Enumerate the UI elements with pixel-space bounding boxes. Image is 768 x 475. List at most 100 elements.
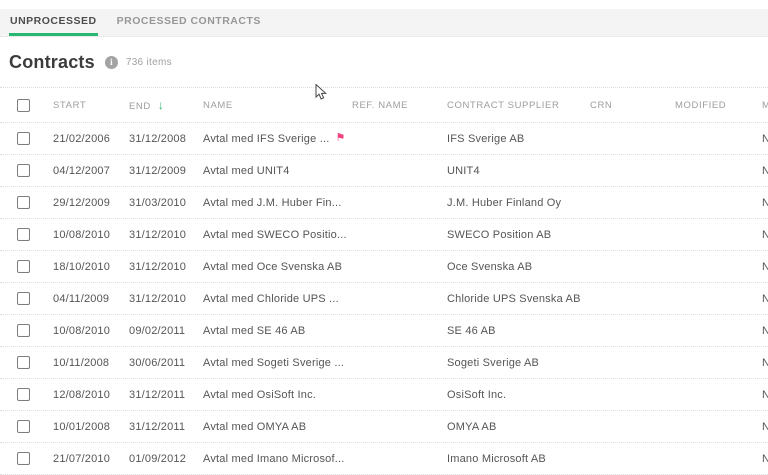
row-end: 31/12/2010	[129, 261, 203, 273]
row-supplier: OMYA AB	[447, 421, 590, 433]
row-supplier: IFS Sverige AB	[447, 133, 590, 145]
item-count: 736 items	[126, 57, 172, 68]
row-start: 04/11/2009	[53, 293, 129, 305]
table-row[interactable]: 04/12/2007 31/12/2009 Avtal med UNIT4 ⚑ …	[0, 155, 768, 187]
row-start: 18/10/2010	[53, 261, 129, 273]
row-end: 31/12/2008	[129, 133, 203, 145]
row-supplier: Sogeti Sverige AB	[447, 357, 590, 369]
row-supplier: Oce Svenska AB	[447, 261, 590, 273]
row-name: Avtal med Oce Svenska AB ⚑	[203, 261, 352, 273]
top-strip	[0, 0, 768, 9]
column-header-ref-name[interactable]: REF. NAME	[352, 100, 447, 111]
row-name: Avtal med UNIT4 ⚑	[203, 165, 352, 177]
info-icon[interactable]: i	[105, 56, 118, 69]
row-name: Avtal med Chloride UPS ... ⚑	[203, 293, 352, 305]
row-end: 09/02/2011	[129, 325, 203, 337]
row-checkbox[interactable]	[17, 196, 30, 209]
table-row[interactable]: 10/01/2008 31/12/2011 Avtal med OMYA AB …	[0, 411, 768, 443]
row-checkbox[interactable]	[17, 164, 30, 177]
row-checkbox-cell	[0, 452, 53, 465]
row-start: 10/01/2008	[53, 421, 129, 433]
tab-processed-contracts[interactable]: PROCESSED CONTRACTS	[116, 9, 262, 36]
row-name: Avtal med Imano Microsof... ⚑	[203, 453, 352, 465]
column-header-end[interactable]: END↓	[129, 98, 203, 112]
row-name-text: Avtal med Chloride UPS ...	[203, 293, 339, 305]
row-name-text: Avtal med IFS Sverige ...	[203, 133, 329, 145]
table-row[interactable]: 21/02/2006 31/12/2008 Avtal med IFS Sver…	[0, 123, 768, 155]
row-supplier: OsiSoft Inc.	[447, 389, 590, 401]
table-row[interactable]: 04/11/2009 31/12/2010 Avtal med Chloride…	[0, 283, 768, 315]
row-checkbox[interactable]	[17, 324, 30, 337]
table-row[interactable]: 10/11/2008 30/06/2011 Avtal med Sogeti S…	[0, 347, 768, 379]
row-end: 31/12/2011	[129, 421, 203, 433]
select-all-checkbox[interactable]	[17, 99, 30, 112]
row-supplier: SWECO Position AB	[447, 229, 590, 241]
column-header-crn[interactable]: CRN	[590, 100, 675, 111]
row-checkbox[interactable]	[17, 420, 30, 433]
row-name: Avtal med OMYA AB ⚑	[203, 421, 352, 433]
column-header-modified[interactable]: MODIFIED	[675, 100, 762, 111]
row-start: 12/08/2010	[53, 389, 129, 401]
title-row: Contracts i 736 items	[0, 37, 768, 87]
row-supplier: UNIT4	[447, 165, 590, 177]
row-start: 10/11/2008	[53, 357, 129, 369]
row-m-clipped: N	[762, 133, 768, 145]
row-checkbox[interactable]	[17, 452, 30, 465]
row-name: Avtal med J.M. Huber Fin... ⚑	[203, 197, 352, 209]
row-end: 31/12/2010	[129, 293, 203, 305]
row-m-clipped: N	[762, 293, 768, 305]
row-name-text: Avtal med UNIT4	[203, 165, 290, 177]
row-name-text: Avtal med Imano Microsof...	[203, 453, 345, 465]
column-header-start[interactable]: START	[53, 100, 129, 111]
row-checkbox[interactable]	[17, 132, 30, 145]
table-row[interactable]: 18/10/2010 31/12/2010 Avtal med Oce Sven…	[0, 251, 768, 283]
row-name-text: Avtal med Oce Svenska AB	[203, 261, 342, 273]
tab-unprocessed[interactable]: UNPROCESSED	[9, 9, 98, 36]
column-header-name[interactable]: NAME	[203, 100, 352, 111]
row-checkbox-cell	[0, 196, 53, 209]
column-header-m-clipped[interactable]: M	[762, 100, 768, 111]
row-checkbox[interactable]	[17, 260, 30, 273]
row-name: Avtal med SE 46 AB ⚑	[203, 325, 352, 337]
row-start: 21/02/2006	[53, 133, 129, 145]
row-name-text: Avtal med OMYA AB	[203, 421, 306, 433]
table-row[interactable]: 21/07/2010 01/09/2012 Avtal med Imano Mi…	[0, 443, 768, 475]
row-name-text: Avtal med OsiSoft Inc.	[203, 389, 316, 401]
table-row[interactable]: 10/08/2010 31/12/2010 Avtal med SWECO Po…	[0, 219, 768, 251]
row-checkbox-cell	[0, 324, 53, 337]
row-checkbox-cell	[0, 388, 53, 401]
flag-icon: ⚑	[335, 133, 345, 144]
row-checkbox-cell	[0, 260, 53, 273]
row-checkbox-cell	[0, 292, 53, 305]
row-name-text: Avtal med Sogeti Sverige ...	[203, 357, 344, 369]
row-start: 10/08/2010	[53, 325, 129, 337]
row-checkbox[interactable]	[17, 356, 30, 369]
row-checkbox[interactable]	[17, 292, 30, 305]
row-checkbox-cell	[0, 420, 53, 433]
row-checkbox[interactable]	[17, 228, 30, 241]
row-m-clipped: N	[762, 229, 768, 241]
row-end: 30/06/2011	[129, 357, 203, 369]
row-name-text: Avtal med SE 46 AB	[203, 325, 305, 337]
row-supplier: Chloride UPS Svenska AB	[447, 293, 590, 305]
row-checkbox-cell	[0, 164, 53, 177]
row-end: 31/03/2010	[129, 197, 203, 209]
row-name-text: Avtal med J.M. Huber Fin...	[203, 197, 341, 209]
table-row[interactable]: 12/08/2010 31/12/2011 Avtal med OsiSoft …	[0, 379, 768, 411]
table-body: 21/02/2006 31/12/2008 Avtal med IFS Sver…	[0, 123, 768, 475]
row-name: Avtal med SWECO Positio... ⚑	[203, 229, 352, 241]
row-m-clipped: N	[762, 453, 768, 465]
table-row[interactable]: 10/08/2010 09/02/2011 Avtal med SE 46 AB…	[0, 315, 768, 347]
row-end: 31/12/2011	[129, 389, 203, 401]
row-supplier: Imano Microsoft AB	[447, 453, 590, 465]
row-m-clipped: N	[762, 421, 768, 433]
table-row[interactable]: 29/12/2009 31/03/2010 Avtal med J.M. Hub…	[0, 187, 768, 219]
table-header: START END↓ NAME REF. NAME CONTRACT SUPPL…	[0, 87, 768, 123]
column-header-contract-supplier[interactable]: CONTRACT SUPPLIER	[447, 100, 590, 111]
row-start: 04/12/2007	[53, 165, 129, 177]
row-checkbox-cell	[0, 228, 53, 241]
row-name: Avtal med IFS Sverige ... ⚑	[203, 133, 352, 145]
row-checkbox[interactable]	[17, 388, 30, 401]
row-end: 01/09/2012	[129, 453, 203, 465]
row-m-clipped: N	[762, 165, 768, 177]
